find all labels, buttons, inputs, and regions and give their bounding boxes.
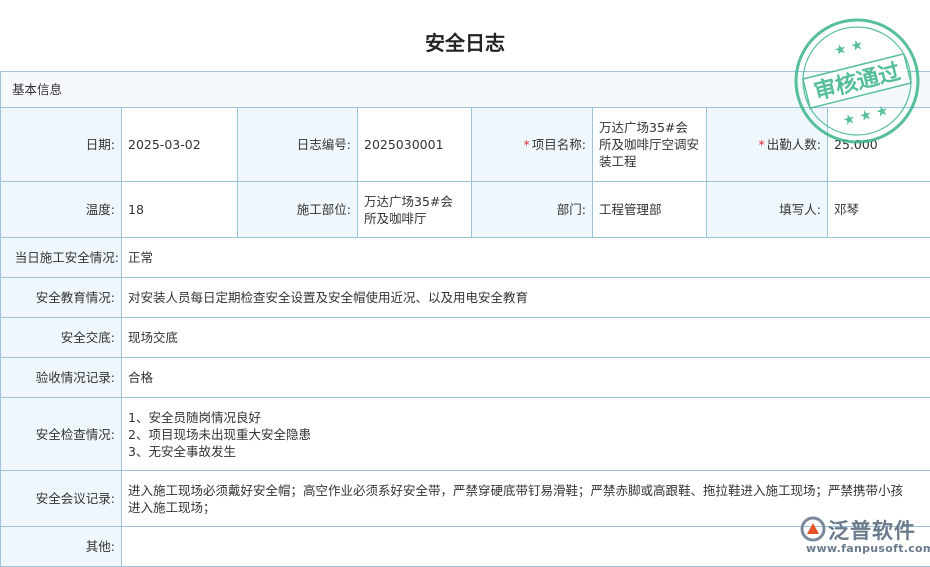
logo-icon [800, 516, 826, 542]
safety-log-form: 基本信息 日期: 2025-03-02 日志编号: 2025030001 *项目… [0, 71, 930, 567]
acceptance-label: 验收情况记录: [1, 358, 122, 398]
svg-text:★ ★: ★ ★ [832, 37, 865, 60]
site-label: 施工部位: [238, 182, 358, 238]
safety-check-label: 安全检查情况: [1, 398, 122, 471]
daily-safety-label: 当日施工安全情况: [1, 238, 122, 278]
temperature-value[interactable]: 18 [122, 182, 238, 238]
other-label: 其他: [1, 527, 122, 567]
site-value[interactable]: 万达广场35#会所及咖啡厅 [358, 182, 472, 238]
date-value[interactable]: 2025-03-02 [122, 108, 238, 182]
filler-label: 填写人: [707, 182, 828, 238]
project-label-cell: *项目名称: [472, 108, 593, 182]
safety-edu-value[interactable]: 对安装人员每日定期检查安全设置及安全帽使用近况、以及用电安全教育 [122, 278, 930, 318]
logo-url: www.fanpusoft.com [806, 542, 930, 555]
filler-value[interactable]: 邓琴 [828, 182, 930, 238]
project-value[interactable]: 万达广场35#会所及咖啡厅空调安装工程 [593, 108, 707, 182]
safety-check-line: 2、项目现场未出现重大安全隐患 [128, 426, 929, 443]
safety-meeting-label: 安全会议记录: [1, 471, 122, 527]
temperature-label: 温度: [1, 182, 122, 238]
project-label: 项目名称: [532, 137, 586, 152]
log-no-label: 日志编号: [238, 108, 358, 182]
log-no-value[interactable]: 2025030001 [358, 108, 472, 182]
required-mark: * [524, 137, 530, 152]
dept-label: 部门: [472, 182, 593, 238]
safety-check-line: 1、安全员随岗情况良好 [128, 409, 929, 426]
safety-check-line: 3、无安全事故发生 [128, 443, 929, 460]
acceptance-value[interactable]: 合格 [122, 358, 930, 398]
safety-meeting-line: 进入施工现场必须戴好安全帽；高空作业必须系好安全带，严禁穿硬底带钉易滑鞋；严禁赤… [128, 482, 929, 499]
fanpu-logo: 泛普软件 www.fanpusoft.com [800, 515, 925, 555]
safety-edu-label: 安全教育情况: [1, 278, 122, 318]
svg-text:★ ★ ★: ★ ★ ★ [841, 103, 890, 130]
safety-brief-value[interactable]: 现场交底 [122, 318, 930, 358]
logo-name: 泛普软件 [828, 515, 916, 545]
safety-brief-label: 安全交底: [1, 318, 122, 358]
date-label: 日期: [1, 108, 122, 182]
safety-check-value[interactable]: 1、安全员随岗情况良好 2、项目现场未出现重大安全隐患 3、无安全事故发生 [122, 398, 930, 471]
required-mark: * [759, 137, 765, 152]
safety-meeting-line: 进入施工现场； [128, 499, 929, 516]
dept-value[interactable]: 工程管理部 [593, 182, 707, 238]
daily-safety-value[interactable]: 正常 [122, 238, 930, 278]
